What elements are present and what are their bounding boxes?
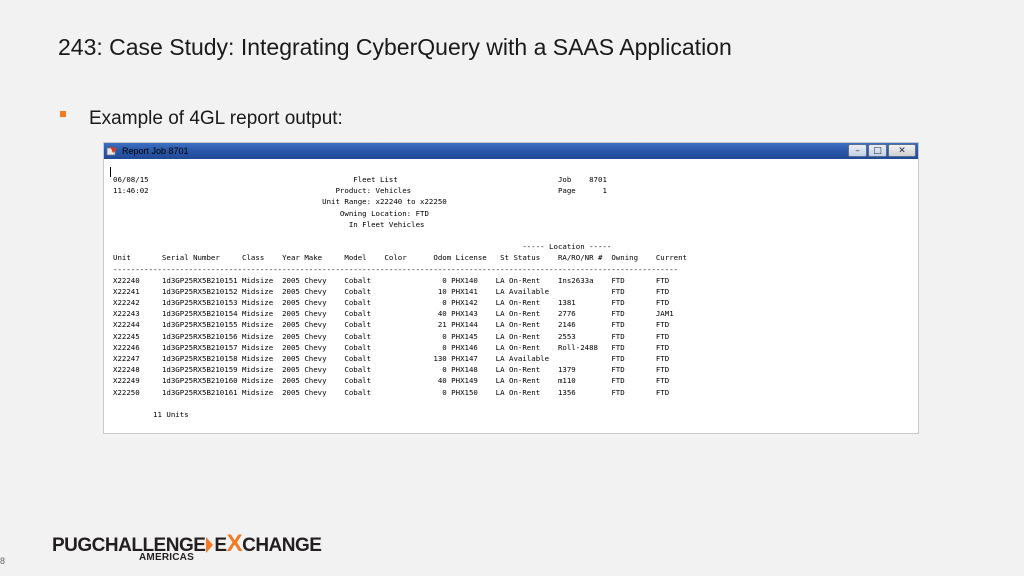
bullet-text: Example of 4GL report output: <box>89 108 343 129</box>
report-line: X22249 1d3GP25RX5B210160 Midsize 2005 Ch… <box>113 376 670 386</box>
close-button[interactable]: ✕ <box>888 144 916 157</box>
slide-number: 8 <box>0 556 6 566</box>
report-line: ----- Location ----- <box>113 242 612 252</box>
window-title: Report Job 8701 <box>122 146 189 156</box>
report-line: Unit Serial Number Class Year Make Model… <box>113 253 687 263</box>
report-line: X22242 1d3GP25RX5B210153 Midsize 2005 Ch… <box>113 298 670 308</box>
report-output: 06/08/15 Fleet List Job 8701 11:46:02 Pro… <box>113 174 687 420</box>
bullet-square-icon <box>60 111 66 117</box>
report-line <box>113 230 687 241</box>
logo-part-4: CHANGE <box>242 535 322 556</box>
bullet-item: Example of 4GL report output: <box>60 108 343 130</box>
report-line: X22243 1d3GP25RX5B210154 Midsize 2005 Ch… <box>113 309 674 319</box>
report-line: X22248 1d3GP25RX5B210159 Midsize 2005 Ch… <box>113 365 670 375</box>
window-controls: – □ ✕ <box>848 144 916 157</box>
pugchallenge-exchange-logo: PUGCHALLENGE EXCHANGE AMERICAS <box>52 532 322 566</box>
report-line: ----------------------------------------… <box>113 264 679 274</box>
logo-subtitle: AMERICAS <box>139 552 194 563</box>
report-line <box>113 398 687 409</box>
report-line: 11 Units <box>113 409 189 419</box>
report-line: Unit Range: x22240 to x22250 <box>113 197 447 207</box>
report-line: X22246 1d3GP25RX5B210157 Midsize 2005 Ch… <box>113 342 670 352</box>
report-line: X22240 1d3GP25RX5B210151 Midsize 2005 Ch… <box>113 275 670 285</box>
report-window: Report Job 8701 – □ ✕ 06/08/15 Fleet Lis… <box>104 143 918 433</box>
logo-part-3: X <box>226 530 243 557</box>
report-line: X22250 1d3GP25RX5B210161 Midsize 2005 Ch… <box>113 387 670 397</box>
report-line: X22244 1d3GP25RX5B210155 Midsize 2005 Ch… <box>113 320 670 330</box>
report-line: X22245 1d3GP25RX5B210156 Midsize 2005 Ch… <box>113 331 670 341</box>
report-line: 06/08/15 Fleet List Job 8701 <box>113 175 607 184</box>
report-text-area[interactable]: 06/08/15 Fleet List Job 8701 11:46:02 Pro… <box>104 159 918 433</box>
logo-arrow-icon <box>206 537 214 553</box>
report-line: 11:46:02 Product: Vehicles Page 1 <box>113 186 607 196</box>
window-titlebar[interactable]: Report Job 8701 – □ ✕ <box>104 143 918 159</box>
logo-part-2: E <box>214 535 227 556</box>
report-line: X22241 1d3GP25RX5B210152 Midsize 2005 Ch… <box>113 286 670 296</box>
report-line: In Fleet Vehicles <box>113 219 425 229</box>
report-line: X22247 1d3GP25RX5B210158 Midsize 2005 Ch… <box>113 354 670 363</box>
text-cursor <box>110 167 111 177</box>
slide-title: 243: Case Study: Integrating CyberQuery … <box>58 34 732 60</box>
report-app-icon <box>106 146 117 156</box>
maximize-button[interactable]: □ <box>868 144 887 157</box>
minimize-button[interactable]: – <box>848 144 867 157</box>
report-line: Owning Location: FTD <box>113 208 429 218</box>
